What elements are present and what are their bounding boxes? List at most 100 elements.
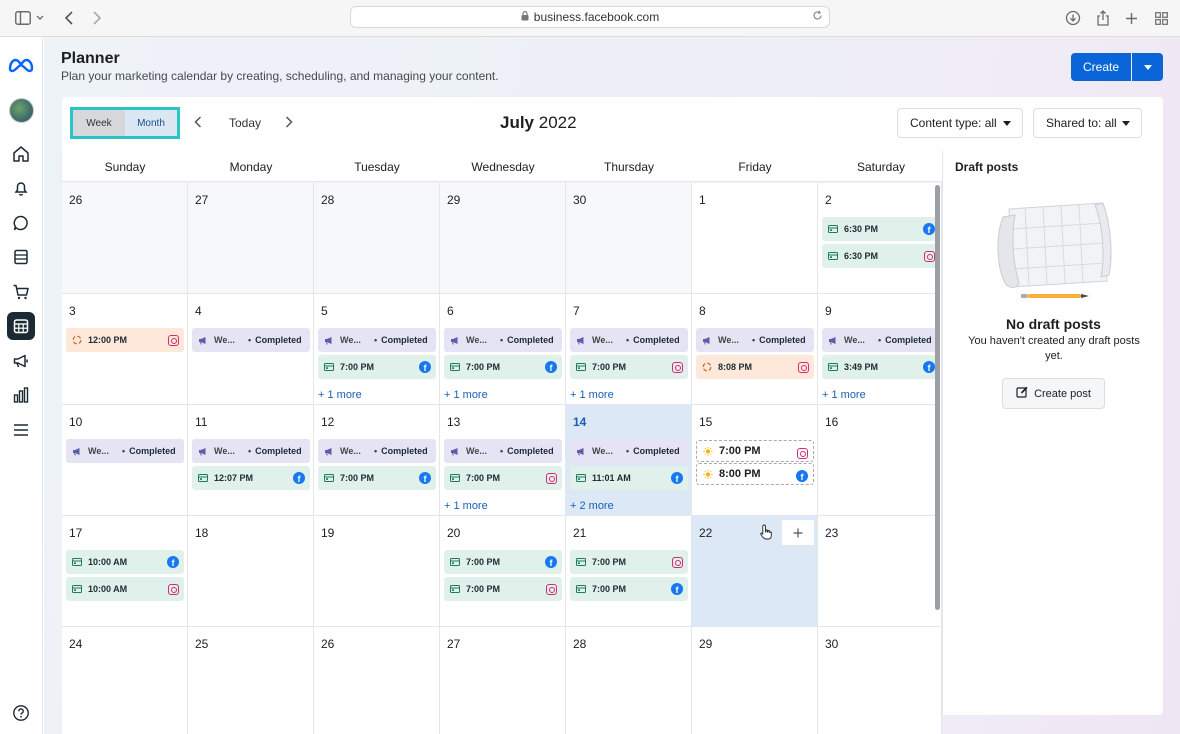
day-cell[interactable]: 15 7:00 PM 8:00 PM f (692, 405, 818, 516)
new-tab-icon[interactable] (1120, 7, 1142, 29)
download-icon[interactable] (1062, 7, 1084, 29)
campaign-event-chip[interactable]: We... • Completed (318, 439, 436, 463)
notifications-icon[interactable] (7, 174, 35, 202)
scheduled-post-chip[interactable]: 7:00 PM f (570, 577, 688, 601)
back-icon[interactable] (58, 7, 80, 29)
more-events-link[interactable]: + 1 more (444, 500, 488, 512)
scheduled-post-chip[interactable]: 6:30 PM f (822, 217, 940, 241)
day-cell[interactable]: 24 (62, 627, 188, 734)
previous-month-icon[interactable] (190, 114, 206, 130)
shared-to-filter[interactable]: Shared to: all (1033, 108, 1142, 138)
day-cell[interactable]: 20 7:00 PM f 7:00 PM (440, 516, 566, 627)
commerce-cart-icon[interactable] (7, 278, 35, 306)
chevron-down-icon[interactable] (33, 7, 47, 29)
create-dropdown-button[interactable] (1132, 53, 1163, 81)
scheduled-post-chip[interactable]: 3:49 PM f (822, 355, 940, 379)
scheduled-post-chip[interactable]: 7:00 PM f (318, 355, 436, 379)
suggested-time-chip[interactable]: 7:00 PM (696, 440, 814, 462)
campaign-event-chip[interactable]: We... • Completed (192, 328, 310, 352)
scheduled-post-chip[interactable]: 7:00 PM f (444, 355, 562, 379)
planner-calendar-icon[interactable] (7, 312, 35, 340)
home-icon[interactable] (7, 140, 35, 168)
day-cell[interactable]: 3 12:00 PM (62, 294, 188, 405)
scheduled-post-chip[interactable]: 7:00 PM f (318, 466, 436, 490)
create-button[interactable]: Create (1071, 53, 1131, 81)
campaign-event-chip[interactable]: We... • Completed (192, 439, 310, 463)
day-cell[interactable]: 27 (440, 627, 566, 734)
content-icon[interactable] (7, 243, 35, 271)
day-cell[interactable]: 19 (314, 516, 440, 627)
reload-icon[interactable] (812, 10, 823, 24)
week-view-button[interactable]: Week (73, 110, 125, 136)
draft-post-chip[interactable]: 12:00 PM (66, 328, 184, 352)
scheduled-post-chip[interactable]: 10:00 AM (66, 577, 184, 601)
day-cell[interactable]: 26 (314, 627, 440, 734)
more-events-link[interactable]: + 1 more (570, 389, 614, 401)
month-view-button[interactable]: Month (125, 110, 177, 136)
day-cell[interactable]: 8 We... • Completed 8:08 PM (692, 294, 818, 405)
campaign-event-chip[interactable]: We... • Completed (318, 328, 436, 352)
scheduled-post-chip[interactable]: 7:00 PM (444, 466, 562, 490)
campaign-event-chip[interactable]: We... • Completed (822, 328, 940, 352)
scheduled-post-chip[interactable]: 7:00 PM (570, 355, 688, 379)
day-cell[interactable]: 28 (314, 183, 440, 294)
inbox-icon[interactable] (7, 209, 35, 237)
day-cell[interactable]: 6 We... • Completed 7:00 PM f + 1 more (440, 294, 566, 405)
share-icon[interactable] (1092, 7, 1114, 29)
address-bar[interactable]: business.facebook.com (350, 6, 830, 28)
sidebar-toggle-icon[interactable] (12, 7, 34, 29)
day-cell[interactable]: 21 7:00 PM 7:00 PM f (566, 516, 692, 627)
day-cell[interactable]: 13 We... • Completed 7:00 PM + 1 more (440, 405, 566, 516)
day-cell[interactable]: 2 6:30 PM f 6:30 PM (818, 183, 942, 294)
day-cell[interactable]: 10 We... • Completed (62, 405, 188, 516)
scheduled-post-chip[interactable]: 10:00 AM f (66, 550, 184, 574)
day-cell[interactable]: 30 (566, 183, 692, 294)
content-type-filter[interactable]: Content type: all (897, 108, 1023, 138)
campaign-event-chip[interactable]: We... • Completed (696, 328, 814, 352)
day-cell[interactable]: 23 (818, 516, 942, 627)
day-cell[interactable]: 26 (62, 183, 188, 294)
day-cell[interactable]: 28 (566, 627, 692, 734)
scheduled-post-chip[interactable]: 7:00 PM f (444, 550, 562, 574)
day-cell[interactable]: 14 We... • Completed 11:01 AM f + 2 more (566, 405, 692, 516)
scheduled-post-chip[interactable]: 6:30 PM (822, 244, 940, 268)
help-icon[interactable] (7, 699, 35, 727)
day-cell[interactable]: 5 We... • Completed 7:00 PM f + 1 more (314, 294, 440, 405)
day-cell[interactable]: 12 We... • Completed 7:00 PM f (314, 405, 440, 516)
campaign-event-chip[interactable]: We... • Completed (570, 328, 688, 352)
day-cell[interactable]: 22 (692, 516, 818, 627)
today-button[interactable]: Today (229, 116, 261, 130)
insights-chart-icon[interactable] (7, 381, 35, 409)
menu-icon[interactable] (7, 416, 35, 444)
tab-overview-icon[interactable] (1150, 7, 1172, 29)
day-cell[interactable]: 29 (692, 627, 818, 734)
more-events-link[interactable]: + 1 more (444, 389, 488, 401)
day-cell[interactable]: 7 We... • Completed 7:00 PM + 1 more (566, 294, 692, 405)
more-events-link[interactable]: + 2 more (570, 500, 614, 512)
day-cell[interactable]: 29 (440, 183, 566, 294)
ads-megaphone-icon[interactable] (7, 347, 35, 375)
add-post-plus-icon[interactable] (781, 520, 814, 546)
scheduled-post-chip[interactable]: 11:01 AM f (570, 466, 688, 490)
more-events-link[interactable]: + 1 more (318, 389, 362, 401)
campaign-event-chip[interactable]: We... • Completed (570, 439, 688, 463)
day-cell[interactable]: 30 (818, 627, 942, 734)
day-cell[interactable]: 16 (818, 405, 942, 516)
day-cell[interactable]: 17 10:00 AM f 10:00 AM (62, 516, 188, 627)
forward-icon[interactable] (86, 7, 108, 29)
day-cell[interactable]: 11 We... • Completed 12:07 PM f (188, 405, 314, 516)
day-cell[interactable]: 9 We... • Completed 3:49 PM f + 1 more (818, 294, 942, 405)
campaign-event-chip[interactable]: We... • Completed (66, 439, 184, 463)
calendar-scrollbar[interactable] (935, 185, 940, 610)
next-month-icon[interactable] (281, 114, 297, 130)
day-cell[interactable]: 25 (188, 627, 314, 734)
scheduled-post-chip[interactable]: 12:07 PM f (192, 466, 310, 490)
scheduled-post-chip[interactable]: 7:00 PM (570, 550, 688, 574)
meta-logo-icon[interactable] (6, 51, 36, 79)
avatar[interactable] (9, 98, 34, 123)
day-cell[interactable]: 18 (188, 516, 314, 627)
draft-post-chip[interactable]: 8:08 PM (696, 355, 814, 379)
day-cell[interactable]: 27 (188, 183, 314, 294)
campaign-event-chip[interactable]: We... • Completed (444, 439, 562, 463)
day-cell[interactable]: 1 (692, 183, 818, 294)
